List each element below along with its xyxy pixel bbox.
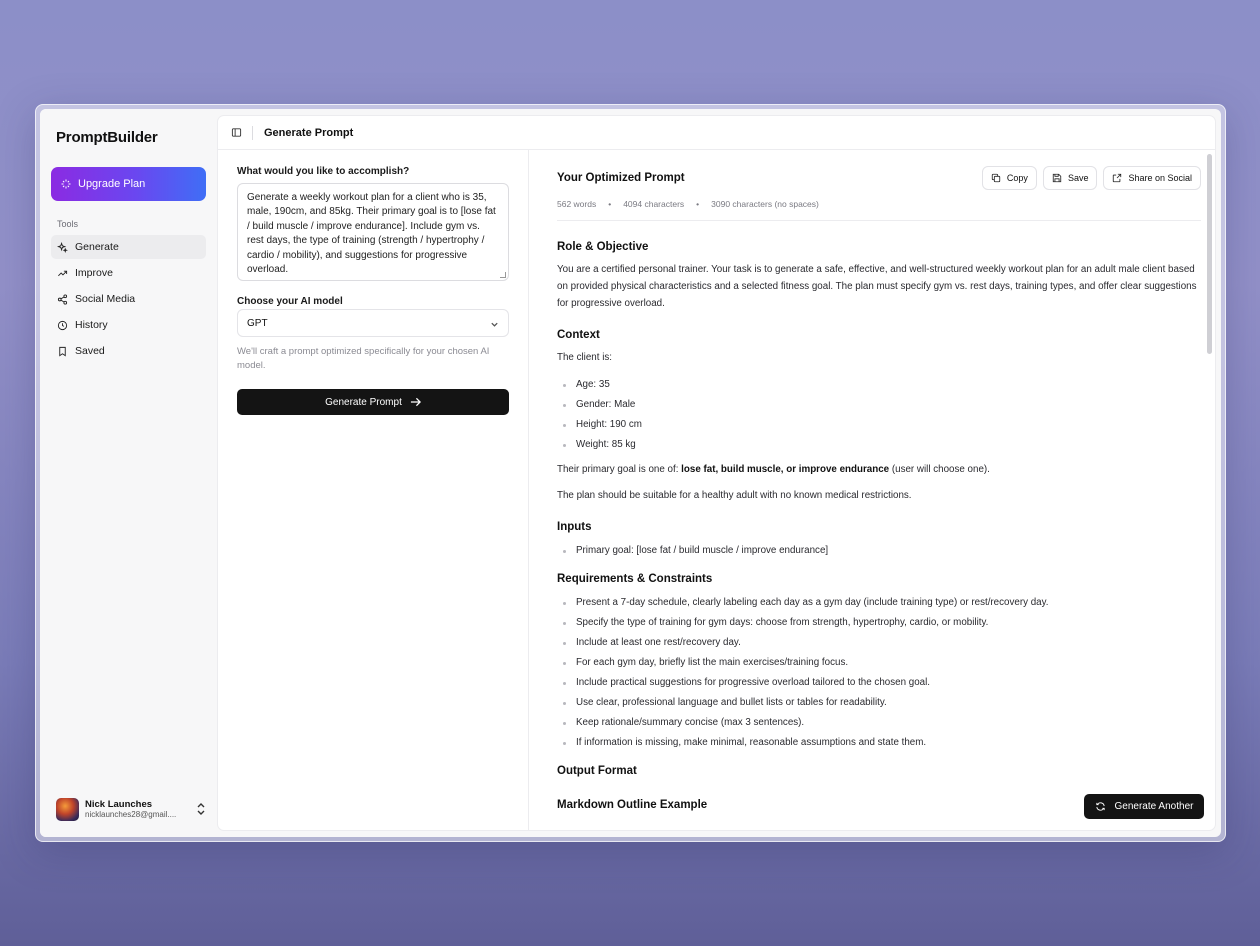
goal-prefix: Their primary goal is one of: <box>557 464 679 475</box>
arrow-right-icon <box>410 397 421 407</box>
chevron-up-down-icon <box>197 803 205 815</box>
upgrade-plan-button[interactable]: Upgrade Plan <box>51 167 206 201</box>
list-item: Use clear, professional language and bul… <box>557 693 1197 713</box>
model-label: Choose your AI model <box>237 296 343 307</box>
char-count: 4094 characters <box>623 199 685 209</box>
sidebar-nav: Generate Improve Social Media History Sa… <box>51 235 206 365</box>
trend-up-icon <box>58 270 68 276</box>
word-count: 562 words <box>557 199 597 209</box>
copy-button[interactable]: Copy <box>981 166 1037 190</box>
clock-icon <box>57 320 68 330</box>
list-item: Height: 190 cm <box>557 415 1197 435</box>
list-item: For each gym day, briefly list the main … <box>557 653 1197 673</box>
prompt-document: Role & Objective You are a certified per… <box>557 233 1197 819</box>
brand-logo: PromptBuilder <box>56 129 158 146</box>
sidebar-item-label: Generate <box>75 241 119 253</box>
sidebar-item-generate[interactable]: Generate <box>51 235 206 259</box>
copy-label: Copy <box>1006 173 1028 183</box>
user-name: Nick Launches <box>85 798 153 810</box>
sparkle-icon <box>61 179 71 189</box>
sidebar-item-label: Saved <box>75 345 105 357</box>
copy-icon <box>991 173 1001 183</box>
prompt-form: What would you like to accomplish? Gener… <box>218 150 529 830</box>
share-icon <box>57 293 68 305</box>
scrollbar[interactable] <box>1207 154 1212 354</box>
result-actions: Copy Save Share on Social <box>981 166 1201 190</box>
list-item: Primary goal: [lose fat / build muscle /… <box>557 541 1197 561</box>
suitability-text: The plan should be suitable for a health… <box>557 490 912 501</box>
save-icon <box>1052 173 1062 183</box>
goal-suffix: (user will choose one). <box>891 464 990 475</box>
share-social-button[interactable]: Share on Social <box>1103 166 1201 190</box>
main-panel: Generate Prompt What would you like to a… <box>217 115 1216 831</box>
list-item: Present a 7-day schedule, clearly labeli… <box>557 593 1197 613</box>
divider <box>557 220 1201 221</box>
list-item: Gender: Male <box>557 395 1197 415</box>
sidebar-item-label: Improve <box>75 267 113 279</box>
app-window: PromptBuilder Upgrade Plan Tools Generat… <box>40 109 1221 837</box>
goal-options: lose fat, build muscle, or improve endur… <box>681 464 890 475</box>
section-heading: Role & Objective <box>557 241 649 253</box>
upgrade-plan-label: Upgrade Plan <box>78 178 146 190</box>
generate-prompt-label: Generate Prompt <box>325 396 402 408</box>
context-intro: The client is: <box>557 352 612 363</box>
list-item: Keep rationale/summary concise (max 3 se… <box>557 713 1197 733</box>
result-stats: 562 words • 4094 characters • 3090 chara… <box>557 199 819 209</box>
divider <box>252 125 253 140</box>
save-button[interactable]: Save <box>1042 166 1098 190</box>
resize-handle[interactable] <box>500 272 506 278</box>
list-item: Include practical suggestions for progre… <box>557 673 1197 693</box>
generate-another-button[interactable]: Generate Another <box>1084 794 1204 819</box>
model-hint: We'll craft a prompt optimized specifica… <box>237 346 490 371</box>
sidebar-item-saved[interactable]: Saved <box>51 339 206 363</box>
model-select[interactable]: GPT <box>237 309 509 337</box>
sparkle-icon <box>57 241 68 253</box>
refresh-icon <box>1095 802 1105 811</box>
goal-textarea[interactable]: Generate a weekly workout plan for a cli… <box>237 183 509 281</box>
chevron-down-icon <box>491 322 498 327</box>
bookmark-icon <box>59 346 66 356</box>
inputs-list: Primary goal: [lose fat / build muscle /… <box>557 541 1197 561</box>
goal-text: Generate a weekly workout plan for a cli… <box>247 192 496 276</box>
sidebar-item-label: Social Media <box>75 293 136 305</box>
page-title: Generate Prompt <box>264 126 354 139</box>
section-heading: Output Format <box>557 765 637 777</box>
result-title: Your Optimized Prompt <box>557 172 685 184</box>
list-item: Age: 35 <box>557 375 1197 395</box>
generate-prompt-button[interactable]: Generate Prompt <box>237 389 509 415</box>
sidebar-item-improve[interactable]: Improve <box>51 261 206 285</box>
user-email: nicklaunches28@gmail.... <box>85 809 177 819</box>
list-item: Include at least one rest/recovery day. <box>557 633 1197 653</box>
goal-label: What would you like to accomplish? <box>237 166 410 177</box>
sidebar-item-history[interactable]: History <box>51 313 206 337</box>
client-list: Age: 35 Gender: Male Height: 190 cm Weig… <box>557 375 1197 455</box>
result-panel: Your Optimized Prompt 562 words • 4094 c… <box>529 150 1215 830</box>
section-heading: Context <box>557 329 600 341</box>
list-item: Weight: 85 kg <box>557 435 1197 455</box>
external-link-icon <box>1113 173 1122 183</box>
tools-section-label: Tools <box>57 219 79 229</box>
list-item: Specify the type of training for gym day… <box>557 613 1197 633</box>
avatar <box>56 797 79 821</box>
goal-text: Their primary goal is one of: lose fat, … <box>557 461 1197 478</box>
top-bar: Generate Prompt <box>218 116 1215 150</box>
role-text: You are a certified personal trainer. Yo… <box>557 264 1197 309</box>
share-label: Share on Social <box>1128 173 1192 183</box>
save-label: Save <box>1067 173 1089 183</box>
model-select-value: GPT <box>247 317 268 329</box>
generate-another-label: Generate Another <box>1114 801 1194 812</box>
list-item: If information is missing, make minimal,… <box>557 733 1197 753</box>
sidebar-item-social-media[interactable]: Social Media <box>51 287 206 311</box>
sidebar: PromptBuilder Upgrade Plan Tools Generat… <box>40 109 217 837</box>
sidebar-item-label: History <box>75 319 108 331</box>
requirements-list: Present a 7-day schedule, clearly labeli… <box>557 593 1197 753</box>
char-count-no-spaces: 3090 characters (no spaces) <box>711 199 819 209</box>
sidebar-toggle-icon[interactable] <box>231 127 242 138</box>
section-heading: Requirements & Constraints <box>557 573 713 585</box>
section-heading: Inputs <box>557 521 592 533</box>
user-menu[interactable]: Nick Launches nicklaunches28@gmail.... <box>56 796 206 822</box>
